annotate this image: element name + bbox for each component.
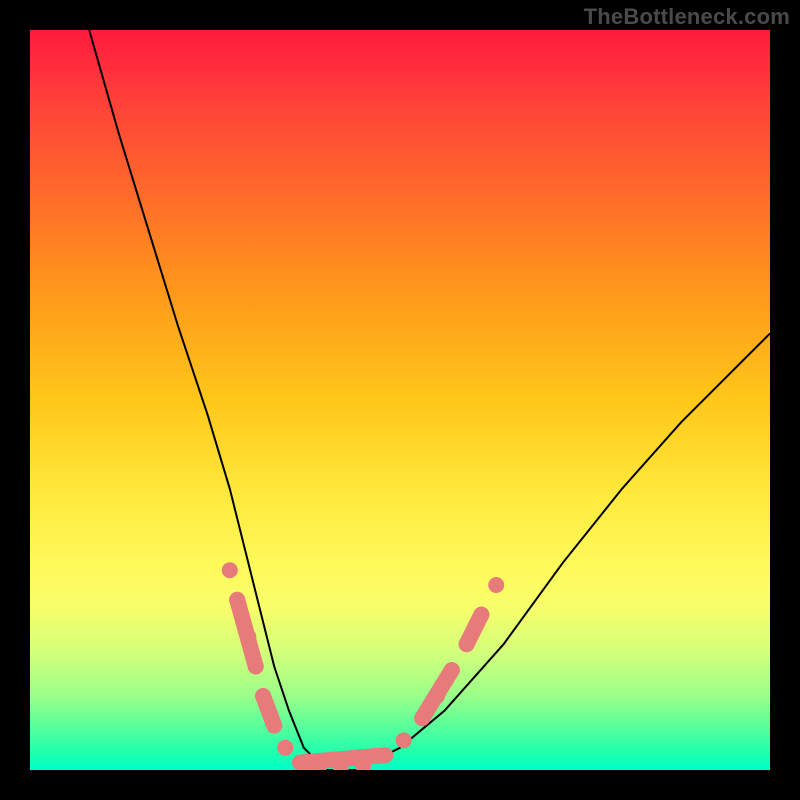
highlight-dot bbox=[429, 688, 445, 704]
highlight-dot bbox=[240, 629, 256, 645]
highlight-dot bbox=[266, 718, 282, 734]
highlight-dot bbox=[255, 688, 271, 704]
highlight-dot bbox=[292, 755, 308, 770]
highlight-dot bbox=[414, 710, 430, 726]
watermark-label: TheBottleneck.com bbox=[584, 4, 790, 30]
highlight-dot bbox=[222, 562, 238, 578]
highlight-dot bbox=[488, 577, 504, 593]
highlight-dot bbox=[248, 658, 264, 674]
chart-frame: TheBottleneck.com bbox=[0, 0, 800, 800]
curve-layer bbox=[30, 30, 770, 770]
highlight-dot bbox=[459, 636, 475, 652]
highlight-dot bbox=[377, 747, 393, 763]
highlight-segment bbox=[300, 755, 385, 762]
highlight-dot bbox=[444, 662, 460, 678]
highlight-dots bbox=[222, 562, 504, 770]
highlight-dot bbox=[396, 732, 412, 748]
highlight-segments bbox=[237, 600, 481, 763]
highlight-dot bbox=[229, 592, 245, 608]
plot-area bbox=[30, 30, 770, 770]
highlight-dot bbox=[473, 607, 489, 623]
highlight-dot bbox=[277, 740, 293, 756]
bottleneck-curve bbox=[89, 30, 770, 770]
